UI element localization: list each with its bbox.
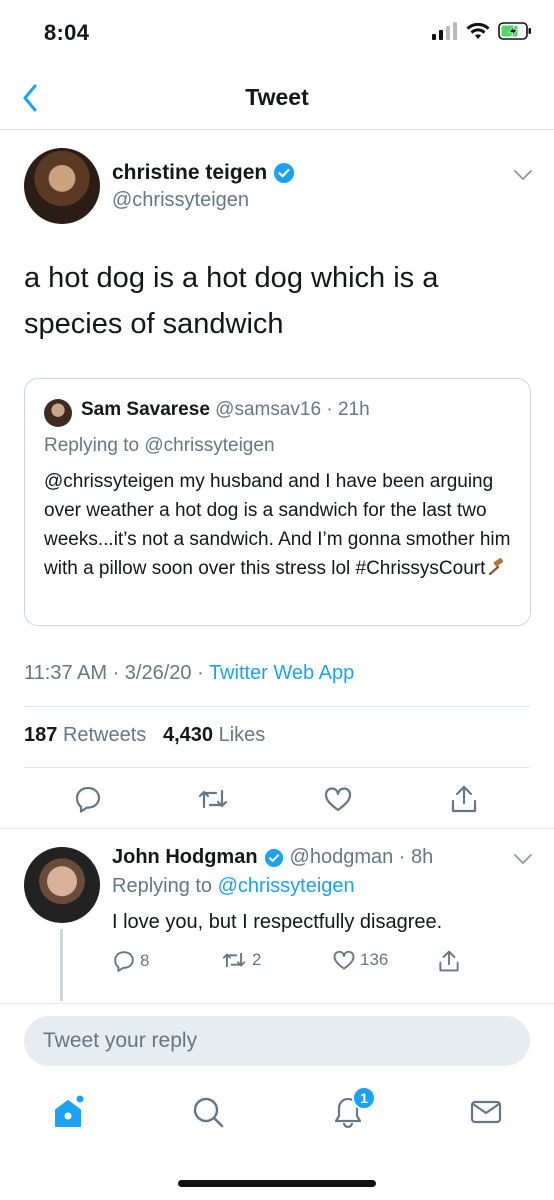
heart-icon [333,950,355,970]
tweet-text: a hot dog is a hot dog which is a specie… [24,262,439,340]
retweet-button[interactable] [193,779,233,819]
tab-bar: 1 [0,1072,554,1152]
replying-handle-link[interactable]: @chrissyteigen [218,875,355,897]
likes-label: Likes [218,724,266,746]
reply-handle-time: @hodgman · 8h [289,846,434,868]
reply-input[interactable]: Tweet your reply [24,1016,530,1066]
quote-text-content: @chrissyteigen my husband and I have bee… [44,471,511,579]
reply-reply-button[interactable]: 8 [112,949,149,973]
quote-handle-time: @samsav16 · 21h [215,399,370,420]
verified-badge-icon [274,163,295,183]
gavel-icon [489,557,504,576]
divider [24,767,530,768]
retweets-label: Retweets [62,724,147,746]
reply-button[interactable] [68,779,108,819]
quote-replying-to: Replying to @chrissyteigen [44,435,275,456]
tweet-meta: 11:37 AM · 3/26/20 · Twitter Web App [24,662,354,685]
likes-count: 4,430 [162,724,214,746]
reply-header: John Hodgman @hodgman · 8h [112,846,433,869]
compose-bar: Tweet your reply [0,1003,554,1071]
author-name-row[interactable]: christine teigen [112,161,295,185]
reply-text: I love you, but I respectfully disagree. [112,911,443,933]
chevron-down-icon[interactable] [512,851,534,867]
reply-retweet-button[interactable]: 2 [220,949,261,971]
tab-messages[interactable] [466,1092,506,1132]
reply-share-button[interactable] [438,949,460,973]
page-title: Tweet [245,84,309,110]
tweet-actions [0,779,554,831]
search-icon [193,1097,224,1128]
home-icon [55,1095,84,1127]
quote-author-name: Sam Savarese [81,399,210,420]
reply-author-name[interactable]: John Hodgman [112,846,258,869]
verified-badge-icon [264,848,283,867]
reply-icon [75,786,101,813]
author-handle[interactable]: @chrissyteigen [112,189,249,212]
retweets-stat[interactable]: 187 Retweets [24,724,146,746]
reply-replying-to: Replying to @chrissyteigen [112,875,355,898]
battery-charging-icon [498,22,531,40]
status-time: 8:04 [44,20,90,45]
home-indicator [178,1180,376,1187]
reply-tweet[interactable]: John Hodgman @hodgman · 8h Replying to @… [0,829,554,1001]
status-icons [432,22,532,40]
tweet-timestamp: 11:37 AM · 3/26/20 · [24,662,209,684]
tweet-source-link[interactable]: Twitter Web App [209,662,354,684]
nav-bar: Tweet [0,66,554,130]
notification-badge: 1 [352,1086,376,1110]
share-icon [439,950,459,972]
replying-prefix: Replying to [112,875,218,897]
quoted-tweet[interactable]: Sam Savarese @samsav16 · 21h Replying to… [24,378,531,626]
quote-text: @chrissyteigen my husband and I have bee… [44,467,519,583]
tab-home[interactable] [48,1092,88,1132]
reply-actions: 8 2 136 [112,949,492,977]
quote-header: Sam Savarese @samsav16 · 21h [81,399,370,421]
share-icon [451,785,477,813]
heart-icon [324,787,352,812]
reply-icon [114,951,134,972]
retweet-count: 2 [252,950,262,969]
chevron-down-icon[interactable] [512,167,534,183]
tweet-stats: 187 Retweets 4,430 Likes [24,724,265,747]
signal-icon [432,22,457,40]
tab-notifications[interactable]: 1 [328,1086,376,1132]
likes-stat[interactable]: 4,430 Likes [163,724,265,746]
reply-avatar[interactable] [24,847,100,923]
tab-search[interactable] [188,1092,228,1132]
quote-avatar [44,399,72,427]
wifi-icon [466,22,490,39]
retweet-icon [198,789,228,809]
thread-line [60,929,63,1001]
author-name: christine teigen [112,161,268,184]
mail-icon [470,1100,502,1124]
retweets-count: 187 [24,724,58,746]
status-bar: 8:04 [0,0,554,66]
retweet-icon [222,952,246,968]
divider [24,706,530,707]
author-avatar[interactable] [24,148,100,224]
reply-like-button[interactable]: 136 [332,949,388,971]
like-button[interactable] [318,779,358,819]
share-button[interactable] [444,779,484,819]
like-count: 136 [360,950,389,969]
reply-count: 8 [140,951,150,970]
